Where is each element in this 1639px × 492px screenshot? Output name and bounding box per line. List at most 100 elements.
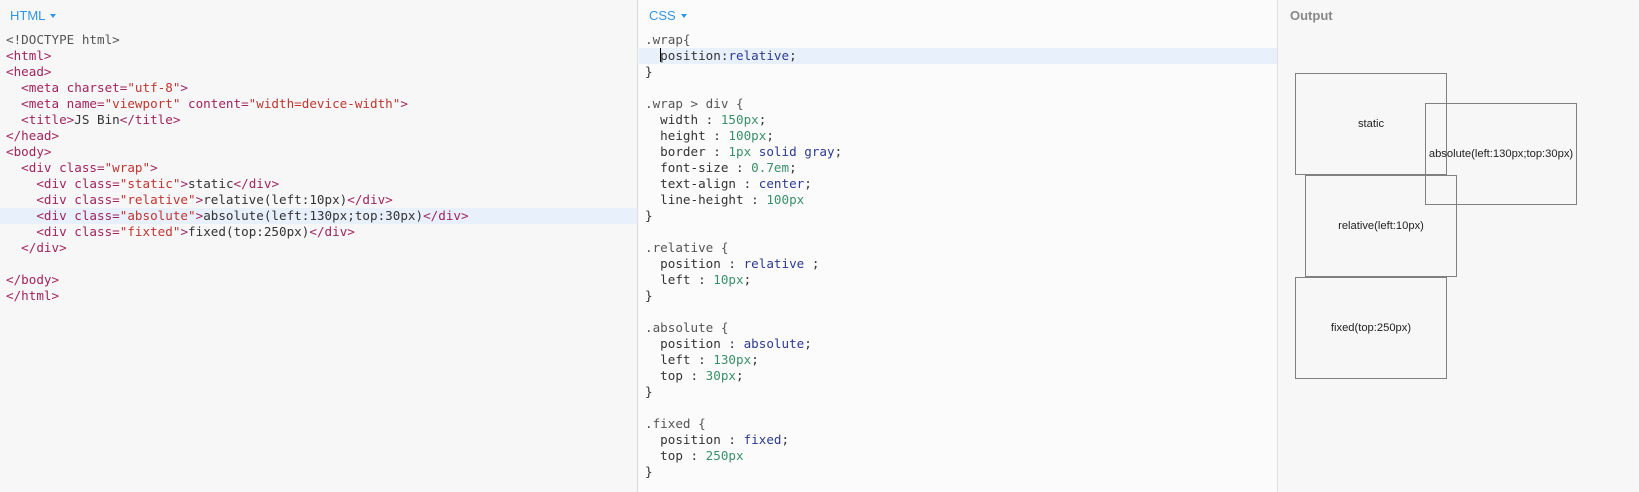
css-code-token: solid: [751, 144, 797, 159]
css-code-line[interactable]: position : fixed;: [639, 432, 1277, 448]
html-code-line[interactable]: </body>: [0, 272, 637, 288]
css-code-token: :: [728, 160, 752, 175]
html-code-token: [6, 208, 36, 223]
css-code-token: :: [690, 352, 714, 367]
css-code-token: ;: [743, 272, 752, 287]
html-code-line[interactable]: <body>: [0, 144, 637, 160]
output-panel-label: Output: [1290, 7, 1333, 23]
html-code-line[interactable]: <html>: [0, 48, 637, 64]
html-code-line[interactable]: <head>: [0, 64, 637, 80]
css-code-line[interactable]: .fixed {: [639, 416, 1277, 432]
css-code-line[interactable]: [639, 80, 1277, 96]
css-code-line[interactable]: }: [639, 288, 1277, 304]
html-code-line[interactable]: <div class="absolute">absolute(left:130p…: [0, 208, 637, 224]
css-code-line[interactable]: }: [639, 464, 1277, 480]
html-code-token: "absolute": [119, 208, 196, 223]
html-code-token: </div>: [347, 192, 393, 207]
html-code-token: </div>: [309, 224, 355, 239]
css-code-token: height: [660, 128, 706, 143]
html-code-editor[interactable]: <!DOCTYPE html> <html> <head> <meta charse…: [0, 32, 637, 304]
css-code-token: [645, 48, 660, 63]
output-preview: static absolute(left:130px;top:30px) rel…: [1287, 36, 1639, 492]
html-code-line[interactable]: <div class="wrap">: [0, 160, 637, 176]
html-code-line[interactable]: </div>: [0, 240, 637, 256]
html-code-line[interactable]: <div class="fixted">fixed(top:250px)</di…: [0, 224, 637, 240]
html-code-token: >: [400, 96, 408, 111]
css-code-line[interactable]: position:relative;: [639, 48, 1277, 64]
css-panel-dropdown[interactable]: CSS: [649, 6, 687, 24]
css-code-line[interactable]: left : 10px;: [639, 272, 1277, 288]
css-code-line[interactable]: }: [639, 64, 1277, 80]
css-code-token: ;: [789, 48, 797, 63]
css-code-token: 150px: [720, 112, 759, 127]
css-code-line[interactable]: top : 30px;: [639, 368, 1277, 384]
css-code-token: 100px: [766, 192, 805, 207]
css-code-token: position: [660, 48, 721, 63]
html-code-token: </head>: [6, 128, 60, 143]
css-code-token: }: [645, 288, 653, 303]
html-code-line[interactable]: </html>: [0, 288, 637, 304]
html-code-token: [6, 192, 36, 207]
html-code-line[interactable]: <meta name="viewport" content="width=dev…: [0, 96, 637, 112]
html-panel-dropdown[interactable]: HTML: [10, 6, 57, 24]
html-code-line[interactable]: <meta charset="utf-8">: [0, 80, 637, 96]
html-code-token: "relative": [119, 192, 196, 207]
html-code-token: charset=: [66, 80, 128, 95]
css-code-token: :: [698, 112, 721, 127]
css-code-token: fixed: [743, 432, 782, 447]
css-code-line[interactable]: width : 150px;: [639, 112, 1277, 128]
css-code-token: left: [660, 352, 691, 367]
css-code-token: :: [720, 256, 744, 271]
css-code-token: 130px: [713, 352, 752, 367]
css-code-token: relative: [743, 256, 805, 271]
html-code-line[interactable]: </head>: [0, 128, 637, 144]
css-code-token: line-height: [660, 192, 744, 207]
css-code-token: 100px: [728, 128, 767, 143]
css-code-line[interactable]: [639, 400, 1277, 416]
css-code-line[interactable]: }: [639, 384, 1277, 400]
css-code-line[interactable]: .absolute {: [639, 320, 1277, 336]
html-code-token: </title>: [119, 112, 181, 127]
css-code-line[interactable]: }: [639, 208, 1277, 224]
css-code-line[interactable]: position : absolute;: [639, 336, 1277, 352]
css-code-line[interactable]: left : 130px;: [639, 352, 1277, 368]
css-code-token: position: [660, 432, 721, 447]
html-code-token: </div>: [233, 176, 280, 191]
css-panel-label: CSS: [649, 7, 676, 23]
css-code-line[interactable]: [639, 304, 1277, 320]
css-code-token: position: [660, 256, 721, 271]
css-editor-panel[interactable]: CSS .wrap{ position:relative;} .wrap > di…: [639, 0, 1278, 492]
css-code-line[interactable]: .wrap > div {: [639, 96, 1277, 112]
html-code-token: </body>: [6, 272, 60, 287]
css-code-token: ;: [804, 256, 820, 271]
html-code-token: <meta: [21, 80, 67, 95]
css-code-line[interactable]: position : relative ;: [639, 256, 1277, 272]
css-code-line[interactable]: font-size : 0.7em;: [639, 160, 1277, 176]
html-editor-panel[interactable]: HTML <!DOCTYPE html> <html> <head> <meta c…: [0, 0, 638, 492]
html-code-token: relative(left:10px): [203, 192, 348, 207]
css-code-token: :: [682, 368, 706, 383]
css-code-line[interactable]: .relative {: [639, 240, 1277, 256]
css-code-line[interactable]: border : 1px solid gray;: [639, 144, 1277, 160]
css-code-token: 30px: [705, 368, 737, 383]
css-code-editor[interactable]: .wrap{ position:relative;} .wrap > div { …: [639, 32, 1277, 480]
css-code-line[interactable]: text-align : center;: [639, 176, 1277, 192]
html-code-line[interactable]: <div class="static">static</div>: [0, 176, 637, 192]
html-code-line[interactable]: [0, 256, 637, 272]
css-code-line[interactable]: top : 250px: [639, 448, 1277, 464]
html-code-token: class=: [74, 208, 120, 223]
css-code-token: [645, 160, 660, 175]
css-code-token: }: [645, 64, 653, 79]
css-code-line[interactable]: .wrap{: [639, 32, 1277, 48]
html-code-line[interactable]: <!DOCTYPE html>: [0, 32, 637, 48]
css-code-token: [645, 336, 660, 351]
css-code-line[interactable]: line-height : 100px: [639, 192, 1277, 208]
html-code-line[interactable]: <div class="relative">relative(left:10px…: [0, 192, 637, 208]
html-code-token: "utf-8": [127, 80, 181, 95]
css-code-line[interactable]: [639, 224, 1277, 240]
css-code-token: 250px: [705, 448, 744, 463]
css-code-line[interactable]: height : 100px;: [639, 128, 1277, 144]
html-panel-label: HTML: [10, 7, 46, 23]
html-code-line[interactable]: <title>JS Bin</title>: [0, 112, 637, 128]
output-panel: Output static absolute(left:130px;top:30…: [1279, 0, 1639, 492]
